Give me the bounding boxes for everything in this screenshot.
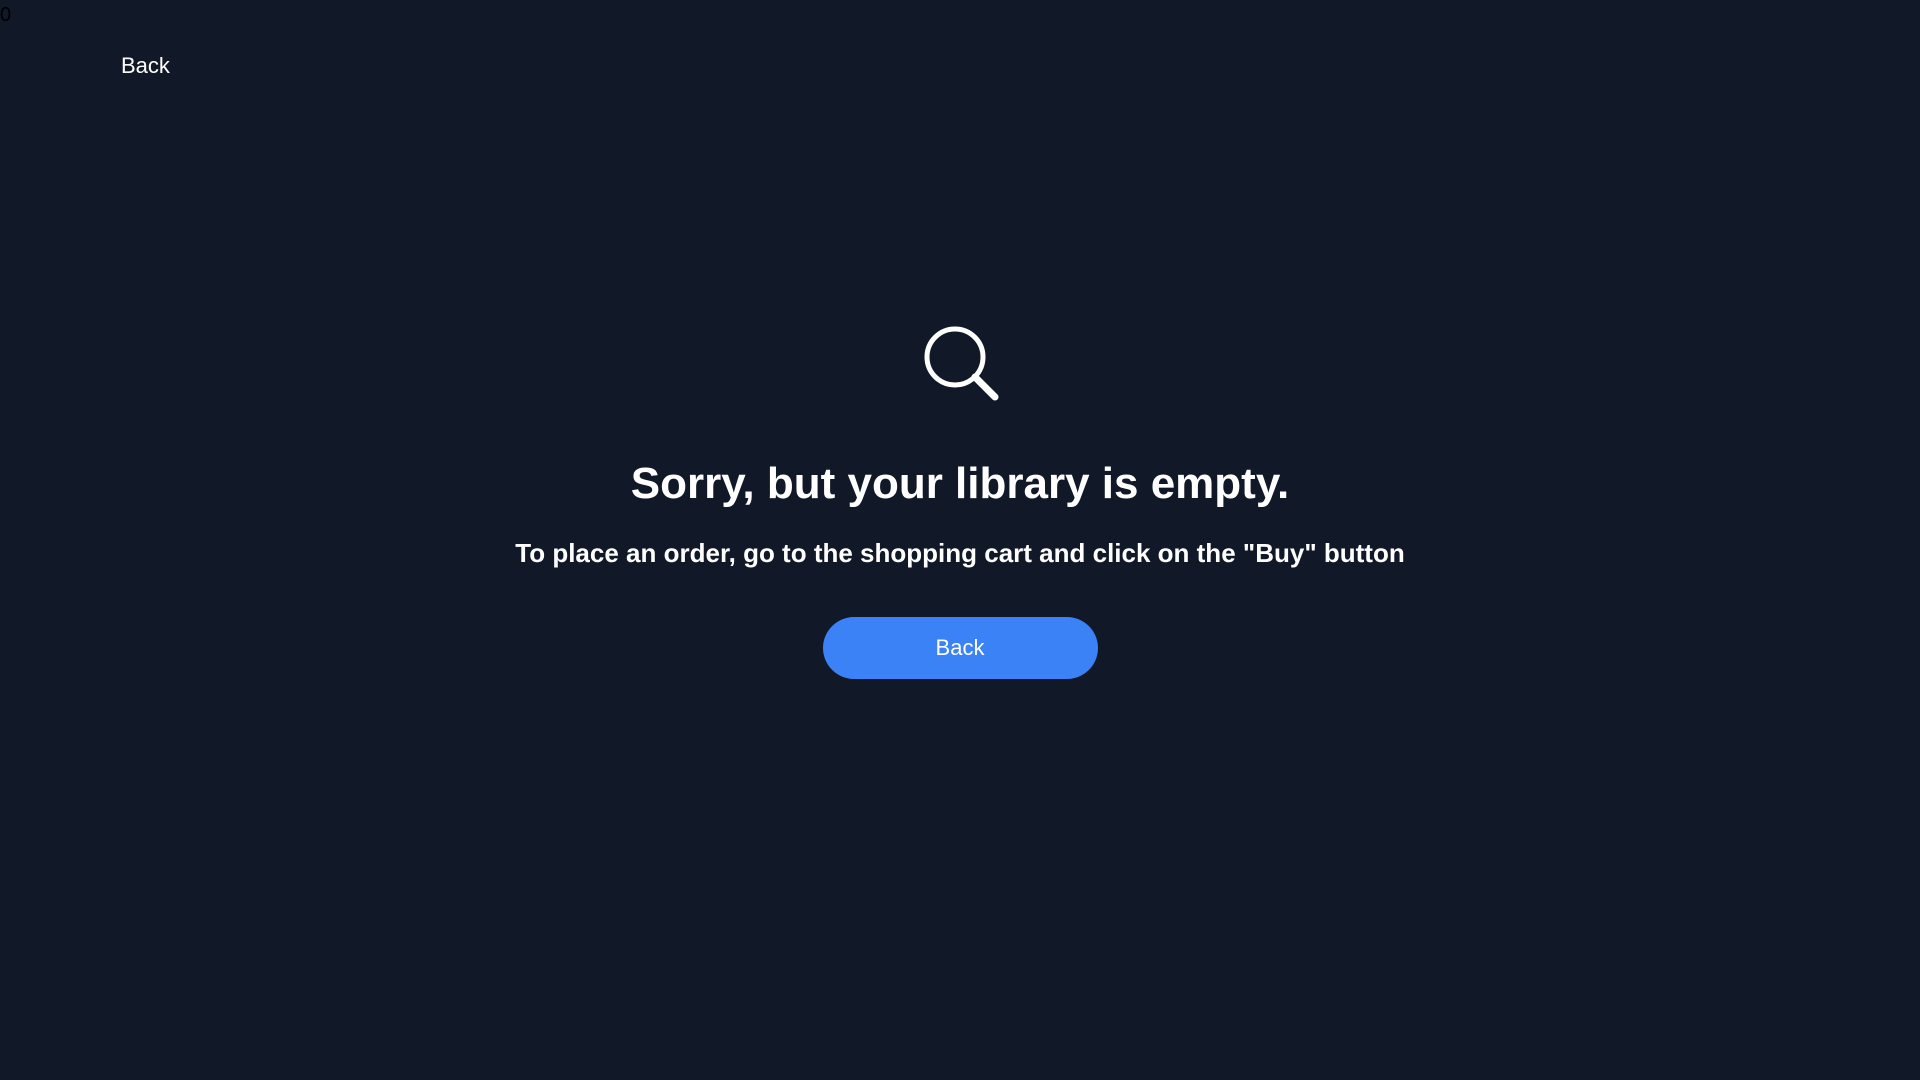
search-icon [924, 326, 999, 401]
back-button[interactable]: Back [822, 617, 1098, 679]
library-page: 0 Back Sorry, but your library is empty.… [0, 0, 1920, 1080]
empty-state: Sorry, but your library is empty. To pla… [0, 322, 1920, 679]
corner-counter: 0 [0, 4, 12, 26]
top-back-link[interactable]: Back [121, 52, 170, 80]
empty-state-title: Sorry, but your library is empty. [630, 459, 1290, 508]
empty-state-subtitle: To place an order, go to the shopping ca… [515, 538, 1405, 568]
